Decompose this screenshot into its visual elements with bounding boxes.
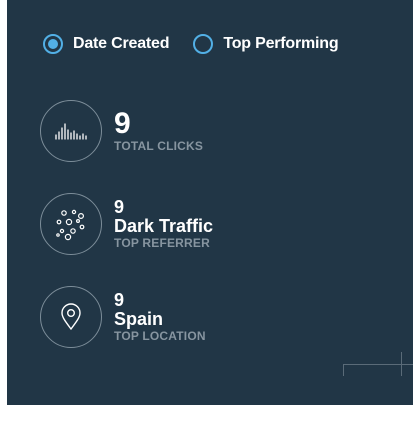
- map-pin-icon: [40, 286, 102, 348]
- sort-date-created-label: Date Created: [73, 35, 170, 52]
- top-location-name: Spain: [114, 309, 164, 329]
- top-referrer-stat: 9 Dark Traffic TOP REFERRER: [40, 193, 213, 255]
- sort-top-performing-label: Top Performing: [223, 35, 339, 52]
- total-clicks-caption: TOTAL CLICKS: [114, 139, 204, 153]
- radio-selected-icon: [43, 34, 63, 54]
- top-referrer-name: Dark Traffic: [114, 216, 214, 236]
- total-clicks-value: 9: [114, 107, 131, 140]
- scatter-nodes-icon: [40, 193, 102, 255]
- bar-chart-icon: [40, 100, 102, 162]
- chart-frame-line: [343, 364, 413, 365]
- radio-unselected-icon: [193, 34, 214, 54]
- sort-top-performing-radio[interactable]: Top Performing: [193, 34, 339, 54]
- top-location-stat: 9 Spain TOP LOCATION: [40, 286, 206, 348]
- sort-date-created-radio[interactable]: Date Created: [43, 34, 170, 54]
- top-referrer-value: 9: [114, 197, 125, 217]
- total-clicks-stat: 9 TOTAL CLICKS: [40, 100, 203, 162]
- stats-panel: Date Created Top Performing 9 TOTAL CLIC…: [7, 0, 413, 405]
- sort-options: Date Created Top Performing: [43, 34, 362, 54]
- top-location-value: 9: [114, 290, 125, 310]
- top-referrer-caption: TOP REFERRER: [114, 236, 210, 250]
- chart-frame-tick: [401, 352, 402, 376]
- chart-frame-tick: [343, 364, 344, 376]
- top-location-caption: TOP LOCATION: [114, 329, 206, 343]
